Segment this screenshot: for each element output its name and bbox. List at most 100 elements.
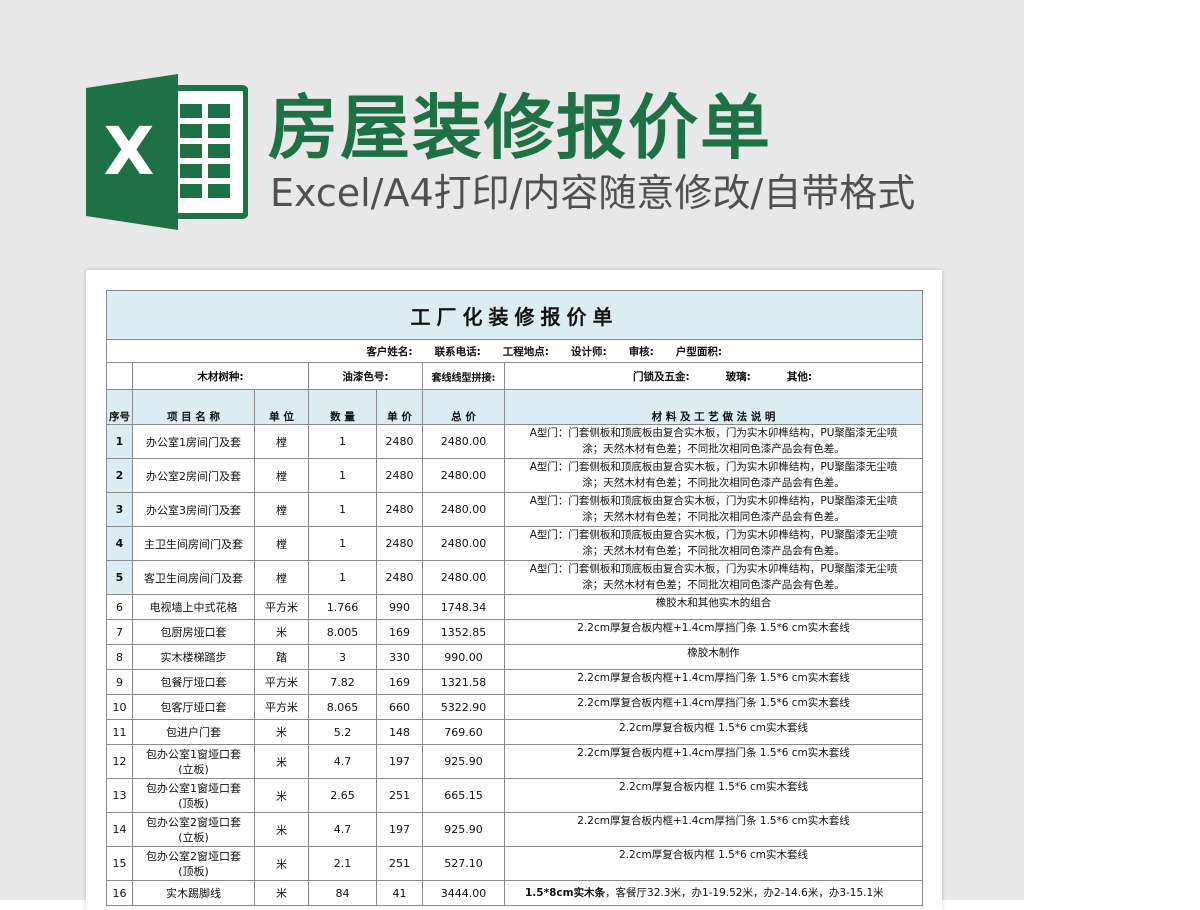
item-total[interactable]: 2480.00: [422, 560, 505, 595]
item-name[interactable]: 包办公室1窗垭口套 (顶板): [132, 778, 255, 813]
item-total[interactable]: 2480.00: [422, 424, 505, 459]
item-total[interactable]: 925.90: [422, 744, 505, 779]
header-no[interactable]: 序号: [106, 389, 133, 425]
item-name[interactable]: 客卫生间房间门及套: [132, 560, 255, 595]
item-unit[interactable]: 米: [254, 719, 309, 745]
header-desc[interactable]: 材 料 及 工 艺 做 法 说 明: [503, 389, 924, 425]
item-price[interactable]: 169: [376, 619, 423, 645]
item-qty[interactable]: 1: [308, 560, 377, 595]
item-price[interactable]: 330: [376, 644, 423, 670]
item-qty[interactable]: 2.65: [308, 778, 377, 813]
item-total[interactable]: 3444.00: [422, 880, 505, 906]
item-name[interactable]: 实木楼梯踏步: [132, 644, 255, 670]
item-name[interactable]: 包进户门套: [132, 719, 255, 745]
item-desc[interactable]: 2.2cm厚复合板内框+1.4cm厚挡门条 1.5*6 cm实木套线: [503, 694, 924, 720]
item-qty[interactable]: 2.1: [308, 846, 377, 881]
row-number[interactable]: 10: [106, 694, 133, 720]
item-qty[interactable]: 1.766: [308, 594, 377, 620]
item-total[interactable]: 5322.90: [422, 694, 505, 720]
item-total[interactable]: 1321.58: [422, 669, 505, 695]
item-total[interactable]: 665.15: [422, 778, 505, 813]
item-qty[interactable]: 84: [308, 880, 377, 906]
row-number[interactable]: 11: [106, 719, 133, 745]
header-qty[interactable]: 数 量: [308, 389, 377, 425]
item-unit[interactable]: 米: [254, 744, 309, 779]
item-qty[interactable]: 8.065: [308, 694, 377, 720]
item-desc[interactable]: 2.2cm厚复合板内框 1.5*6 cm实木套线: [503, 719, 924, 745]
item-desc[interactable]: A型门：门套侧板和顶底板由复合实木板，门为实木卯榫结构，PU聚酯漆无尘喷 涂；天然…: [503, 424, 924, 459]
item-price[interactable]: 2480: [376, 560, 423, 595]
row-number[interactable]: 8: [106, 644, 133, 670]
item-total[interactable]: 2480.00: [422, 458, 505, 493]
item-desc[interactable]: A型门：门套侧板和顶底板由复合实木板，门为实木卯榫结构，PU聚酯漆无尘喷 涂；天然…: [503, 526, 924, 561]
item-total[interactable]: 769.60: [422, 719, 505, 745]
item-unit[interactable]: 樘: [254, 526, 309, 561]
item-name[interactable]: 主卫生间房间门及套: [132, 526, 255, 561]
item-price[interactable]: 197: [376, 744, 423, 779]
item-price[interactable]: 2480: [376, 492, 423, 527]
header-price[interactable]: 单 价: [376, 389, 423, 425]
item-unit[interactable]: 米: [254, 778, 309, 813]
item-price[interactable]: 169: [376, 669, 423, 695]
item-total[interactable]: 990.00: [422, 644, 505, 670]
item-unit[interactable]: 踏: [254, 644, 309, 670]
item-price[interactable]: 2480: [376, 526, 423, 561]
item-name[interactable]: 包餐厅垭口套: [132, 669, 255, 695]
item-name[interactable]: 包办公室1窗垭口套 (立板): [132, 744, 255, 779]
item-price[interactable]: 990: [376, 594, 423, 620]
item-name[interactable]: 包厨房垭口套: [132, 619, 255, 645]
item-qty[interactable]: 4.7: [308, 744, 377, 779]
header-name[interactable]: 项 目 名 称: [132, 389, 255, 425]
item-price[interactable]: 251: [376, 846, 423, 881]
item-qty[interactable]: 8.005: [308, 619, 377, 645]
item-name[interactable]: 包办公室2窗垭口套 (立板): [132, 812, 255, 847]
item-price[interactable]: 41: [376, 880, 423, 906]
row-number[interactable]: 7: [106, 619, 133, 645]
row-number[interactable]: 5: [106, 560, 133, 595]
row-number[interactable]: 6: [106, 594, 133, 620]
item-unit[interactable]: 米: [254, 619, 309, 645]
wood-species-label[interactable]: 木材树种:: [132, 362, 309, 390]
item-desc[interactable]: 1.5*8cm实木条，客餐厅32.3米，办1-19.52米，办2-14.6米，办…: [503, 880, 924, 906]
row-number[interactable]: 4: [106, 526, 133, 561]
item-unit[interactable]: 米: [254, 812, 309, 847]
item-total[interactable]: 1748.34: [422, 594, 505, 620]
row-number[interactable]: 2: [106, 458, 133, 493]
item-qty[interactable]: 7.82: [308, 669, 377, 695]
item-desc[interactable]: A型门：门套侧板和顶底板由复合实木板，门为实木卯榫结构，PU聚酯漆无尘喷 涂；天然…: [503, 492, 924, 527]
row-number[interactable]: 3: [106, 492, 133, 527]
row-number[interactable]: 1: [106, 424, 133, 459]
item-price[interactable]: 2480: [376, 458, 423, 493]
item-unit[interactable]: 平方米: [254, 694, 309, 720]
item-price[interactable]: 660: [376, 694, 423, 720]
item-price[interactable]: 148: [376, 719, 423, 745]
item-name[interactable]: 电视墙上中式花格: [132, 594, 255, 620]
item-total[interactable]: 1352.85: [422, 619, 505, 645]
row-number[interactable]: 15: [106, 846, 133, 881]
item-qty[interactable]: 4.7: [308, 812, 377, 847]
row-number[interactable]: 12: [106, 744, 133, 779]
row-number[interactable]: 13: [106, 778, 133, 813]
item-unit[interactable]: 樘: [254, 424, 309, 459]
row-number[interactable]: 9: [106, 669, 133, 695]
item-name[interactable]: 实木踢脚线: [132, 880, 255, 906]
row-number[interactable]: 14: [106, 812, 133, 847]
item-qty[interactable]: 5.2: [308, 719, 377, 745]
item-desc[interactable]: 2.2cm厚复合板内框 1.5*6 cm实木套线: [503, 846, 924, 881]
item-qty[interactable]: 3: [308, 644, 377, 670]
item-desc[interactable]: 2.2cm厚复合板内框+1.4cm厚挡门条 1.5*6 cm实木套线: [503, 669, 924, 695]
item-qty[interactable]: 1: [308, 526, 377, 561]
item-name[interactable]: 包办公室2窗垭口套 (顶板): [132, 846, 255, 881]
item-price[interactable]: 251: [376, 778, 423, 813]
item-unit[interactable]: 平方米: [254, 594, 309, 620]
item-desc[interactable]: 2.2cm厚复合板内框 1.5*6 cm实木套线: [503, 778, 924, 813]
trim-profile-label[interactable]: 套线线型拼接:: [422, 362, 505, 390]
row-number[interactable]: 16: [106, 880, 133, 906]
item-unit[interactable]: 樘: [254, 492, 309, 527]
header-total[interactable]: 总 价: [422, 389, 505, 425]
item-price[interactable]: 197: [376, 812, 423, 847]
item-total[interactable]: 2480.00: [422, 492, 505, 527]
paint-color-label[interactable]: 油漆色号:: [308, 362, 423, 390]
item-desc[interactable]: 橡胶木和其他实木的组合: [503, 594, 924, 620]
item-unit[interactable]: 米: [254, 880, 309, 906]
